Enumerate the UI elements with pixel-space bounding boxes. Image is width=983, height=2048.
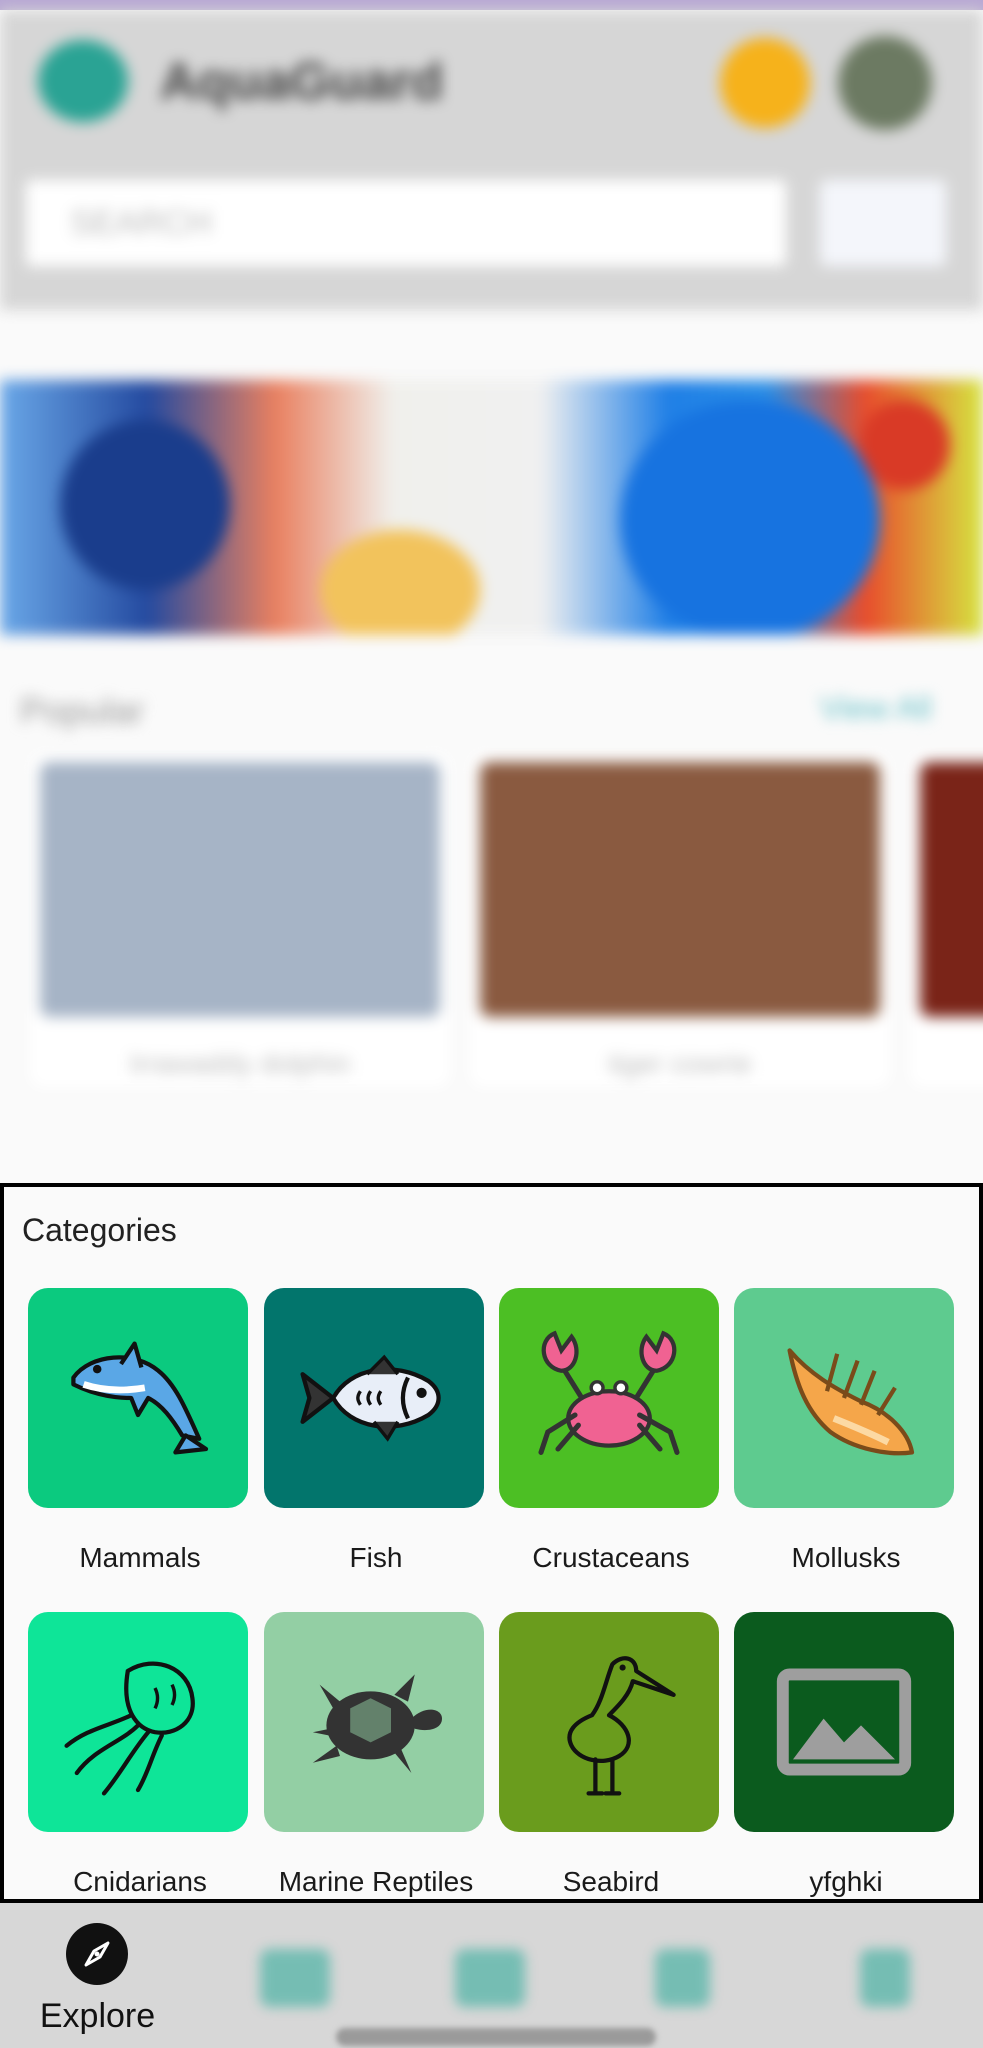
image-placeholder-icon	[776, 1668, 912, 1776]
card-image	[920, 762, 983, 1017]
category-label: Mammals	[79, 1542, 201, 1573]
view-all-link[interactable]: View All	[820, 690, 931, 727]
bottom-nav: Explore	[0, 1903, 983, 2048]
search-placeholder: SEARCH	[70, 204, 212, 242]
categories-title: Categories	[22, 1212, 177, 1248]
dolphin-icon	[71, 1341, 209, 1455]
nav-item[interactable]	[655, 1949, 710, 2007]
card-image	[40, 762, 440, 1017]
card-caption: Irrawaddy dolphin	[129, 1048, 351, 1079]
category-tile-seabird[interactable]	[499, 1612, 719, 1832]
jellyfish-icon	[64, 1661, 195, 1796]
seashell-icon	[787, 1348, 915, 1456]
categories-panel: Categories Mammals Fish Crustaceans Moll…	[0, 1183, 983, 1903]
popular-card[interactable]: tiger cowrie	[470, 752, 890, 1087]
card-image	[480, 762, 880, 1017]
coins-icon[interactable]	[720, 38, 810, 128]
nav-item[interactable]	[455, 1949, 525, 2007]
app-title: AquaGuard	[160, 53, 444, 111]
category-label: yfghki	[809, 1866, 883, 1897]
avatar[interactable]	[838, 36, 932, 130]
category-tile-crustaceans[interactable]	[499, 1288, 719, 1508]
category-label: Marine Reptiles	[278, 1866, 474, 1897]
popular-card[interactable]	[910, 752, 983, 1087]
compass-icon	[66, 1923, 128, 1985]
promo-banner[interactable]	[0, 380, 983, 635]
filter-button[interactable]	[820, 180, 946, 266]
category-tile-marine-reptiles[interactable]	[264, 1612, 484, 1832]
nav-item[interactable]	[860, 1949, 910, 2007]
category-label: Seabird	[562, 1866, 660, 1897]
crab-icon	[538, 1330, 680, 1455]
category-label: Fish	[349, 1542, 403, 1573]
background-page: AquaGuard SEARCH Popular View All Irrawa…	[0, 0, 983, 1185]
nav-explore-label: Explore	[39, 1997, 156, 2035]
category-label: Cnidarians	[73, 1866, 207, 1897]
category-tile-mollusks[interactable]	[734, 1288, 954, 1508]
turtle-icon	[312, 1674, 442, 1773]
popular-card[interactable]: Irrawaddy dolphin	[30, 752, 450, 1087]
fish-icon	[300, 1354, 441, 1442]
nav-explore[interactable]: Explore	[30, 1919, 165, 2039]
category-tile-yfghki[interactable]	[734, 1612, 954, 1832]
category-label: Mollusks	[791, 1542, 901, 1573]
category-tile-fish[interactable]	[264, 1288, 484, 1508]
category-tile-mammals[interactable]	[28, 1288, 248, 1508]
heron-icon	[567, 1656, 676, 1796]
category-tile-cnidarians[interactable]	[28, 1612, 248, 1832]
card-caption: tiger cowrie	[608, 1048, 752, 1079]
nav-item[interactable]	[260, 1949, 330, 2007]
category-label: Crustaceans	[532, 1542, 690, 1573]
home-indicator	[336, 2028, 656, 2046]
popular-section-title: Popular	[20, 690, 145, 731]
app-logo	[38, 40, 128, 122]
